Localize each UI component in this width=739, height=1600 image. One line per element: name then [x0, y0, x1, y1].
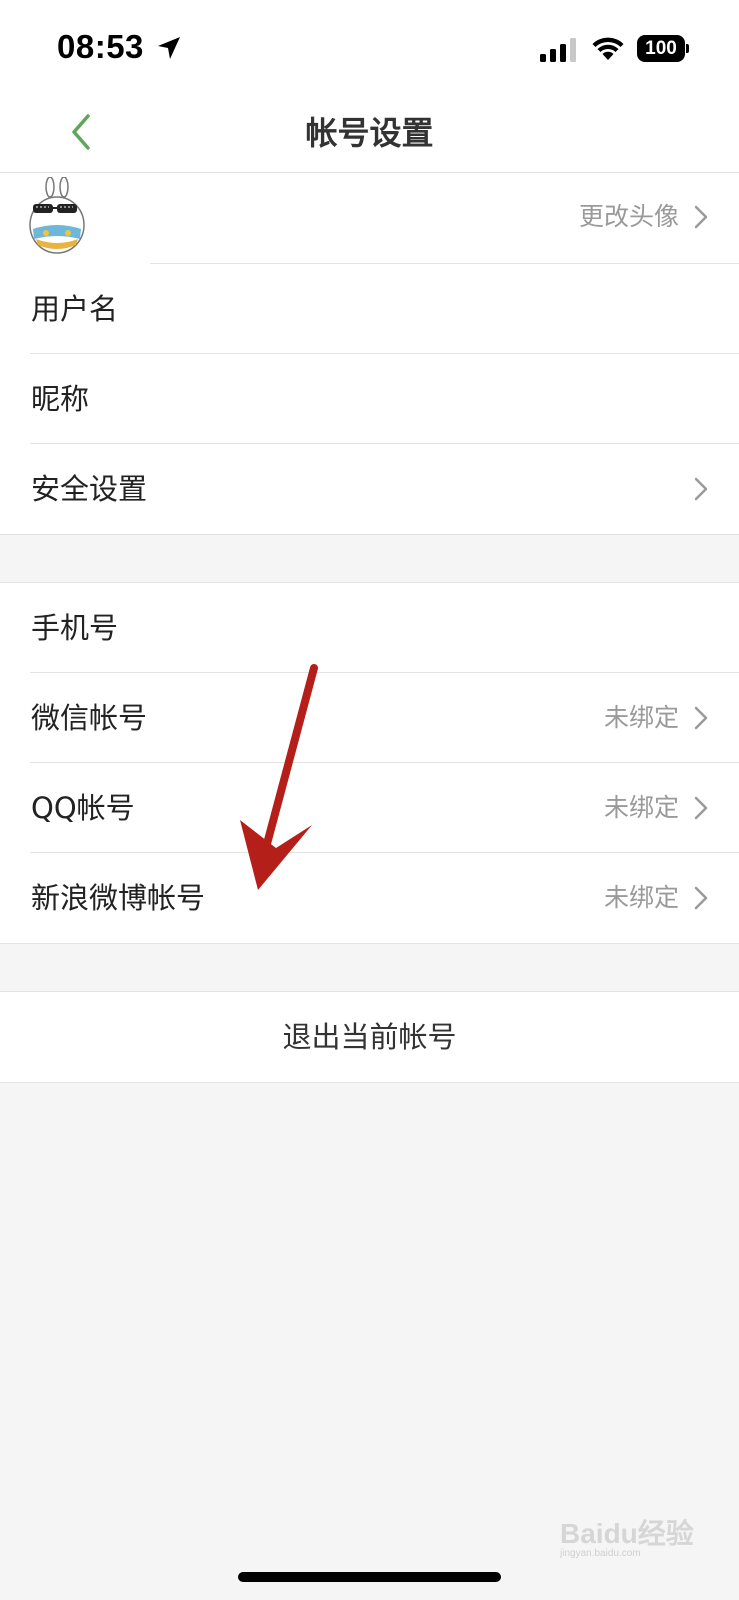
chevron-right-icon	[694, 886, 708, 910]
nickname-label: 昵称	[31, 382, 90, 416]
home-indicator[interactable]	[238, 1572, 501, 1582]
security-settings-row[interactable]: 安全设置	[0, 444, 739, 534]
weibo-account-row[interactable]: 新浪微博帐号 未绑定	[0, 853, 739, 943]
back-button[interactable]	[62, 108, 106, 156]
security-settings-label: 安全设置	[31, 472, 148, 506]
username-row[interactable]: 用户名	[0, 264, 739, 354]
username-label: 用户名	[31, 292, 119, 326]
location-arrow-icon	[158, 37, 180, 59]
change-avatar-label: 更改头像	[578, 202, 679, 231]
navigation-bar: 帐号设置	[0, 94, 739, 173]
avatar-row[interactable]: 更改头像	[0, 173, 739, 264]
chevron-right-icon	[694, 796, 708, 820]
phone-row[interactable]: 手机号	[0, 583, 739, 673]
weibo-status: 未绑定	[603, 883, 679, 912]
logout-group: 退出当前帐号	[0, 991, 739, 1083]
baidu-watermark: Baidu经验	[560, 1518, 694, 1549]
signal-icon	[540, 38, 576, 62]
wechat-account-row[interactable]: 微信帐号 未绑定	[0, 673, 739, 763]
phone-label: 手机号	[31, 611, 119, 645]
battery-icon: 100	[637, 35, 689, 62]
chevron-right-icon	[694, 205, 708, 229]
wifi-icon	[592, 37, 624, 60]
qq-status: 未绑定	[603, 793, 679, 822]
wechat-account-label: 微信帐号	[31, 701, 148, 735]
baidu-watermark-url: jingyan.baidu.com	[560, 1548, 641, 1559]
wechat-status: 未绑定	[603, 703, 679, 732]
weibo-account-label: 新浪微博帐号	[31, 881, 206, 915]
annotation-arrow-icon	[240, 664, 318, 890]
nickname-row[interactable]: 昵称	[0, 354, 739, 444]
chevron-right-icon	[694, 477, 708, 501]
qq-account-row[interactable]: QQ帐号 未绑定	[0, 763, 739, 853]
account-binding-group: 手机号 微信帐号 未绑定 QQ帐号 未绑定 新浪微博帐号 未绑定	[0, 582, 739, 944]
avatar	[29, 177, 85, 254]
page-title: 帐号设置	[305, 114, 434, 152]
profile-settings-group: 更改头像 用户名 昵称 安全设置	[0, 172, 739, 535]
logout-button[interactable]: 退出当前帐号	[0, 992, 739, 1082]
chevron-right-icon	[694, 706, 708, 730]
battery-level: 100	[645, 38, 677, 59]
chevron-left-icon	[72, 114, 90, 150]
qq-account-label: QQ帐号	[31, 791, 135, 825]
status-bar: 08:53 100	[0, 0, 739, 94]
status-time: 08:53	[57, 28, 144, 65]
